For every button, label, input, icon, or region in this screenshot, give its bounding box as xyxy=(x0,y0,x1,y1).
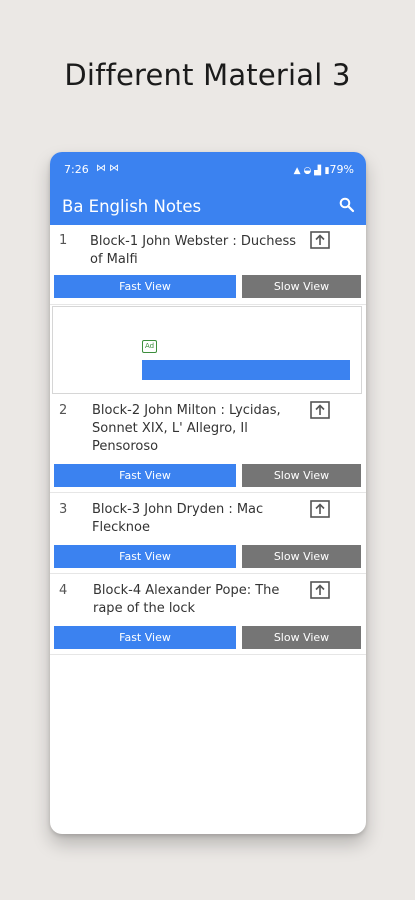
open-external-icon[interactable] xyxy=(310,231,330,249)
slow-view-button[interactable]: Slow View xyxy=(242,626,361,649)
status-time: 7:26 xyxy=(64,163,89,176)
ad-banner[interactable]: Ad xyxy=(52,306,362,394)
item-title: Block-3 John Dryden : Mac Flecknoe xyxy=(92,502,264,535)
signal-icon: ▲ ◒ ▟ xyxy=(293,166,322,176)
phone-frame: 7:26 ⋈ ⋈ ▲ ◒ ▟ ▮79% Ba English Notes 1 B… xyxy=(50,152,366,834)
search-icon[interactable] xyxy=(338,196,356,214)
button-row: Fast View Slow View xyxy=(54,626,362,649)
slow-view-button[interactable]: Slow View xyxy=(242,275,361,298)
list-item: 3 Block-3 John Dryden : Mac Flecknoe Fas… xyxy=(50,493,366,574)
fast-view-button[interactable]: Fast View xyxy=(54,464,236,487)
battery-level: 79% xyxy=(329,163,354,176)
slow-view-button[interactable]: Slow View xyxy=(242,545,361,568)
open-external-icon[interactable] xyxy=(310,401,330,419)
slow-view-button[interactable]: Slow View xyxy=(242,464,361,487)
open-external-icon[interactable] xyxy=(310,500,330,518)
notification-icons: ⋈ ⋈ xyxy=(96,163,120,174)
promo-headline: Different Material 3 xyxy=(64,58,351,92)
button-row: Fast View Slow View xyxy=(54,275,362,298)
status-right: ▲ ◒ ▟ ▮79% xyxy=(294,163,354,176)
ad-bar[interactable] xyxy=(142,360,350,380)
fast-view-button[interactable]: Fast View xyxy=(54,275,236,298)
status-bar: 7:26 ⋈ ⋈ ▲ ◒ ▟ ▮79% xyxy=(64,163,354,177)
list-item: 2 Block-2 John Milton : Lycidas, Sonnet … xyxy=(50,397,366,493)
list-item: 1 Block-1 John Webster : Duchess of Malf… xyxy=(50,225,366,305)
list-item: 4 Block-4 Alexander Pope: The rape of th… xyxy=(50,574,366,655)
app-bar: 7:26 ⋈ ⋈ ▲ ◒ ▟ ▮79% Ba English Notes xyxy=(50,152,366,225)
item-title: Block-2 John Milton : Lycidas, Sonnet XI… xyxy=(92,403,281,454)
item-number: 2 xyxy=(59,403,68,418)
item-title: Block-1 John Webster : Duchess of Malfi xyxy=(90,234,297,267)
button-row: Fast View Slow View xyxy=(54,464,362,487)
fast-view-button[interactable]: Fast View xyxy=(54,545,236,568)
open-external-icon[interactable] xyxy=(310,581,330,599)
fast-view-button[interactable]: Fast View xyxy=(54,626,236,649)
app-title: Ba English Notes xyxy=(62,197,202,216)
item-title: Block-4 Alexander Pope: The rape of the … xyxy=(93,583,280,616)
item-number: 4 xyxy=(59,583,68,598)
button-row: Fast View Slow View xyxy=(54,545,362,568)
item-number: 1 xyxy=(59,233,68,248)
ad-badge: Ad xyxy=(142,340,157,353)
item-number: 3 xyxy=(59,502,68,517)
